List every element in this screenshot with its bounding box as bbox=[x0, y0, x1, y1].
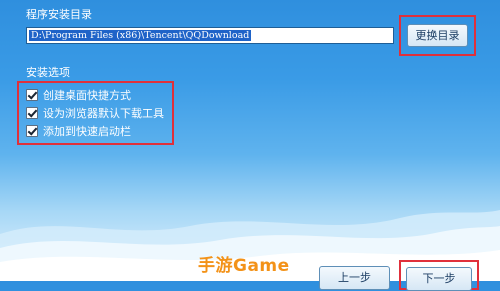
option-default-downloader[interactable]: 设为浏览器默认下载工具 bbox=[26, 104, 164, 122]
install-dir-label: 程序安装目录 bbox=[26, 8, 92, 21]
option-label: 添加到快速启动栏 bbox=[43, 125, 131, 138]
back-button[interactable]: 上一步 bbox=[319, 266, 390, 290]
checkbox-desktop-shortcut[interactable] bbox=[26, 89, 38, 101]
checkbox-default-downloader[interactable] bbox=[26, 107, 38, 119]
install-options-label: 安装选项 bbox=[26, 66, 70, 79]
option-label: 创建桌面快捷方式 bbox=[43, 89, 131, 102]
install-path-input[interactable]: D:\Program Files (x86)\Tencent\QQDownloa… bbox=[26, 27, 394, 44]
option-label: 设为浏览器默认下载工具 bbox=[43, 107, 164, 120]
watermark-logo: 手游Game bbox=[198, 256, 290, 276]
options-list: 创建桌面快捷方式 设为浏览器默认下载工具 添加到快速启动栏 bbox=[26, 86, 164, 140]
next-button[interactable]: 下一步 bbox=[406, 267, 472, 291]
next-button-highlight: 下一步 bbox=[399, 260, 479, 291]
checkbox-quick-launch[interactable] bbox=[26, 125, 38, 137]
option-quick-launch[interactable]: 添加到快速启动栏 bbox=[26, 122, 164, 140]
change-dir-highlight: 更换目录 bbox=[399, 15, 476, 56]
option-desktop-shortcut[interactable]: 创建桌面快捷方式 bbox=[26, 86, 164, 104]
install-options-highlight: 创建桌面快捷方式 设为浏览器默认下载工具 添加到快速启动栏 bbox=[17, 81, 174, 145]
install-path-text: D:\Program Files (x86)\Tencent\QQDownloa… bbox=[29, 30, 252, 41]
change-dir-button[interactable]: 更换目录 bbox=[407, 24, 468, 47]
